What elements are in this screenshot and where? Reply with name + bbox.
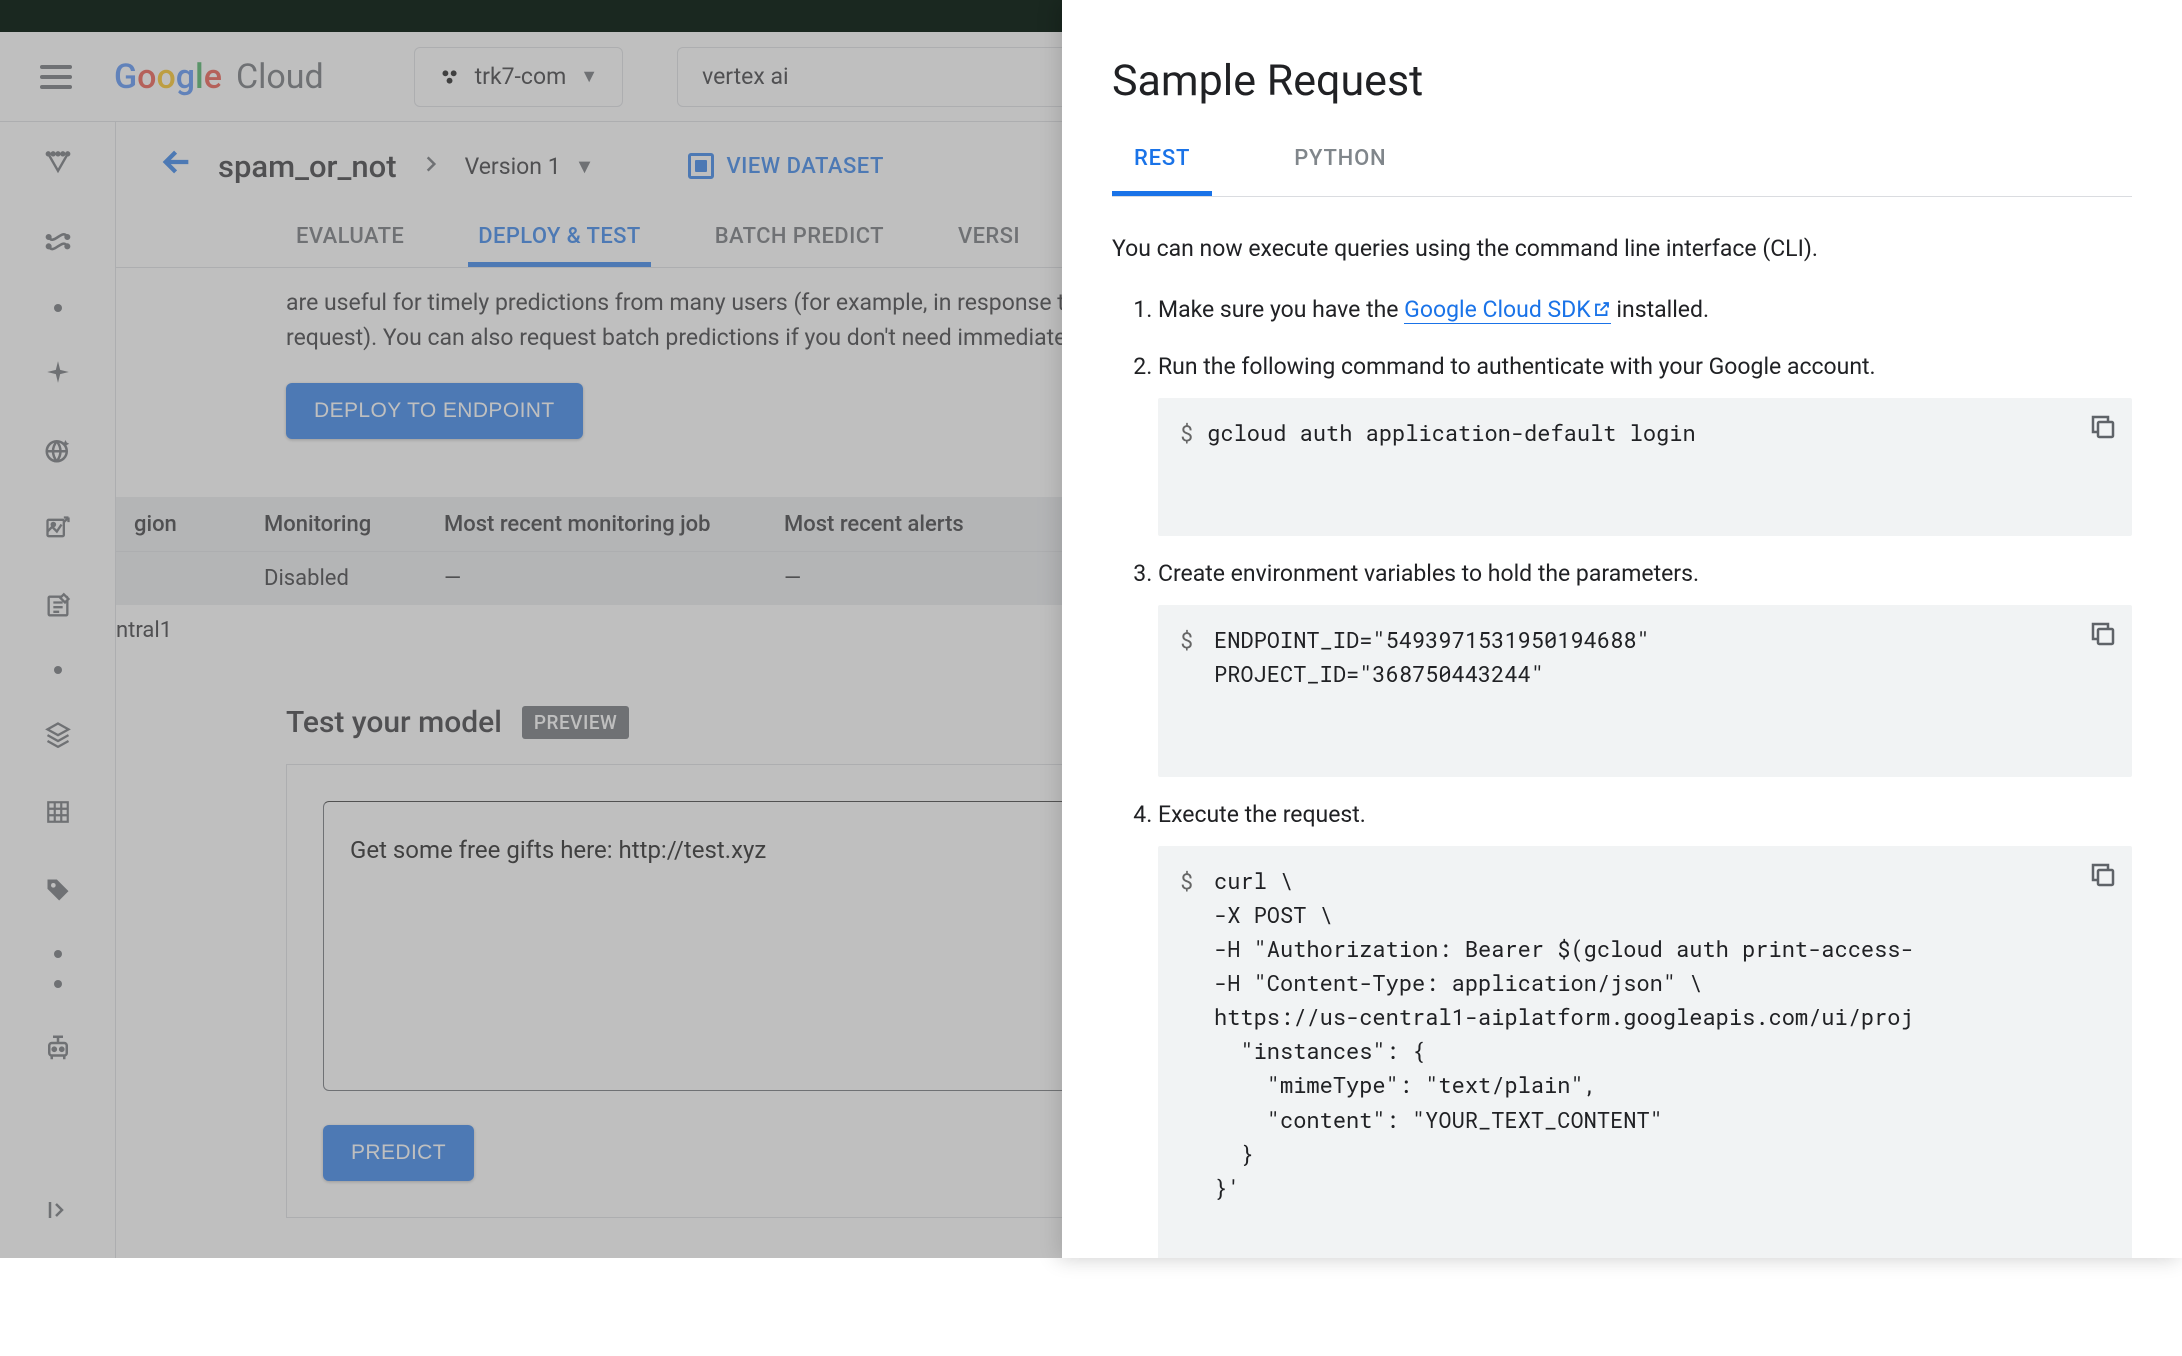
tab-deploy-test[interactable]: DEPLOY & TEST	[468, 210, 650, 267]
google-cloud-logo[interactable]: Google Cloud	[114, 57, 324, 97]
col-monitoring: Monitoring	[246, 512, 426, 537]
model-name: spam_or_not	[218, 148, 397, 185]
sample-request-panel: Sample Request REST PYTHON You can now e…	[1062, 0, 2182, 1258]
rail-separator-dot	[54, 304, 62, 312]
chevron-down-icon: ▼	[580, 66, 598, 87]
tab-version-details[interactable]: VERSI	[948, 210, 1030, 267]
tab-evaluate[interactable]: EVALUATE	[286, 210, 414, 267]
tab-batch-predict[interactable]: BATCH PREDICT	[705, 210, 894, 267]
copy-icon[interactable]	[2088, 412, 2118, 442]
rail-separator-dot	[54, 950, 62, 958]
sparkle-icon[interactable]	[40, 354, 76, 390]
col-recent-alerts: Most recent alerts	[766, 512, 1066, 537]
version-selector[interactable]: Version 1 ▼	[465, 153, 595, 180]
version-label: Version 1	[465, 153, 561, 180]
col-recent-job: Most recent monitoring job	[426, 512, 766, 537]
image-out-icon[interactable]	[40, 510, 76, 546]
rail-separator-dot	[54, 666, 62, 674]
cloud-word: Cloud	[236, 57, 324, 97]
vertex-ai-icon[interactable]	[40, 148, 76, 184]
view-dataset-label: VIEW DATASET	[726, 154, 883, 179]
hamburger-menu-icon[interactable]	[40, 55, 84, 99]
rail-separator-dot	[54, 980, 62, 988]
chevron-down-icon: ▼	[575, 154, 595, 179]
robot-icon[interactable]	[40, 1030, 76, 1066]
step-4: Execute the request. $curl \ -X POST \ -…	[1158, 797, 2132, 1258]
code-block-env: $ENDPOINT_ID="5493971531950194688" PROJE…	[1158, 605, 2132, 777]
step-3: Create environment variables to hold the…	[1158, 556, 2132, 777]
view-dataset-button[interactable]: VIEW DATASET	[688, 153, 883, 179]
notes-icon[interactable]	[40, 588, 76, 624]
panel-title: Sample Request	[1112, 56, 2132, 106]
expand-rail-icon[interactable]	[40, 1192, 76, 1228]
instruction-list: Make sure you have the Google Cloud SDK …	[1112, 292, 2132, 1258]
project-selector[interactable]: trk7-com ▼	[414, 47, 623, 107]
tab-python[interactable]: PYTHON	[1272, 146, 1408, 196]
col-region: gion	[116, 512, 246, 537]
project-name: trk7-com	[475, 63, 567, 90]
layers-icon[interactable]	[40, 716, 76, 752]
external-link-icon	[1593, 300, 1611, 318]
step-2: Run the following command to authenticat…	[1158, 349, 2132, 536]
deploy-to-endpoint-button[interactable]: DEPLOY TO ENDPOINT	[286, 383, 583, 439]
code-block-auth: $gcloud auth application-default login	[1158, 398, 2132, 536]
step-1: Make sure you have the Google Cloud SDK …	[1158, 292, 2132, 329]
tab-rest[interactable]: REST	[1112, 146, 1212, 196]
left-nav-rail	[0, 122, 116, 1258]
preview-badge: PREVIEW	[522, 706, 629, 739]
gcloud-sdk-link[interactable]: Google Cloud SDK	[1404, 296, 1611, 324]
panel-intro: You can now execute queries using the co…	[1112, 235, 2132, 262]
panel-tabs: REST PYTHON	[1112, 146, 2132, 197]
search-text: vertex ai	[702, 63, 789, 90]
test-your-model-title: Test your model	[286, 705, 502, 740]
copy-icon[interactable]	[2088, 619, 2118, 649]
chevron-right-icon	[421, 151, 441, 181]
back-arrow-icon[interactable]	[160, 145, 194, 188]
dataset-icon	[688, 153, 714, 179]
globe-sparkle-icon[interactable]	[40, 432, 76, 468]
predict-button[interactable]: PREDICT	[323, 1125, 474, 1181]
code-block-curl: $curl \ -X POST \ -H "Authorization: Bea…	[1158, 846, 2132, 1258]
grid-icon[interactable]	[40, 794, 76, 830]
project-dots-icon	[439, 66, 461, 88]
tag-icon[interactable]	[40, 872, 76, 908]
copy-icon[interactable]	[2088, 860, 2118, 890]
workbench-icon[interactable]	[40, 226, 76, 262]
